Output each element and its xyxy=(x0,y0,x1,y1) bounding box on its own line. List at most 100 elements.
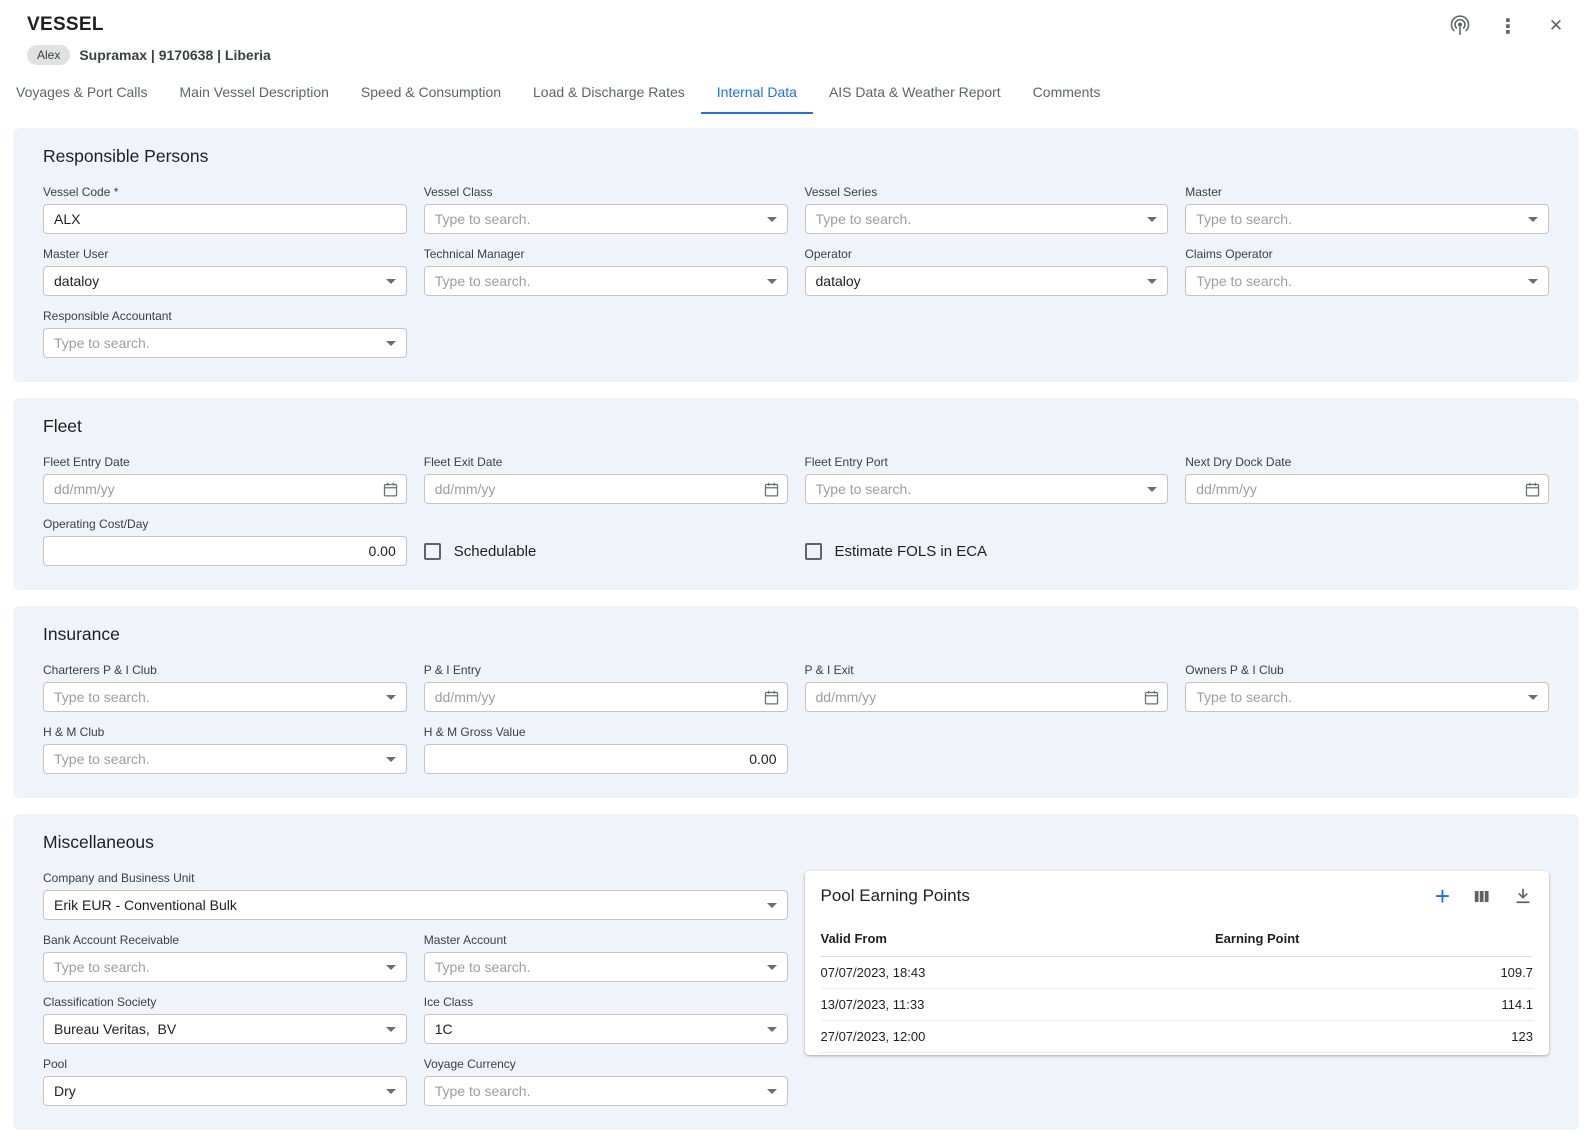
chevron-down-icon[interactable] xyxy=(767,217,777,222)
fleet-entry-date-input[interactable] xyxy=(44,475,406,503)
window-header: VESSEL Alex Supramax | 9170638 | Liberia… xyxy=(0,0,1592,65)
chevron-down-icon[interactable] xyxy=(767,279,777,284)
section-title: Miscellaneous xyxy=(43,832,1549,853)
chevron-down-icon[interactable] xyxy=(1528,217,1538,222)
section-responsible-persons: Responsible Persons Vessel Code * Vessel… xyxy=(13,128,1579,382)
vessel-code-input[interactable] xyxy=(44,205,406,233)
add-icon[interactable]: + xyxy=(1435,886,1450,906)
company-business-unit-input[interactable] xyxy=(44,891,787,919)
chevron-down-icon[interactable] xyxy=(1528,279,1538,284)
bank-account-receivable-input[interactable] xyxy=(44,953,406,981)
vessel-series-label: Vessel Series xyxy=(805,185,1169,199)
field-operator: Operator xyxy=(805,247,1169,296)
master-user-input[interactable] xyxy=(44,267,406,295)
calendar-icon[interactable] xyxy=(382,481,399,498)
pool-earning-points-table: Valid From Earning Point 07/07/2023, 18:… xyxy=(821,922,1534,1053)
column-header-earning-point[interactable]: Earning Point xyxy=(1215,922,1533,957)
section-title: Fleet xyxy=(43,416,1549,437)
column-header-valid-from[interactable]: Valid From xyxy=(821,922,1216,957)
estimate-fols-checkbox[interactable] xyxy=(805,543,822,560)
earning-point-cell: 123 xyxy=(1215,1021,1533,1053)
fleet-exit-date-input[interactable] xyxy=(425,475,787,503)
voyage-currency-input[interactable] xyxy=(425,1077,787,1105)
responsible-accountant-label: Responsible Accountant xyxy=(43,309,407,323)
charterers-pi-club-input[interactable] xyxy=(44,683,406,711)
next-dry-dock-date-input[interactable] xyxy=(1186,475,1548,503)
table-row[interactable]: 07/07/2023, 18:43 109.7 xyxy=(821,957,1534,989)
pi-exit-input[interactable] xyxy=(806,683,1168,711)
fleet-entry-port-input[interactable] xyxy=(806,475,1168,503)
columns-icon[interactable] xyxy=(1472,887,1491,906)
chevron-down-icon[interactable] xyxy=(767,1027,777,1032)
tab-voyages-port-calls[interactable]: Voyages & Port Calls xyxy=(0,71,164,114)
master-input[interactable] xyxy=(1186,205,1548,233)
estimate-fols-checkbox-row[interactable]: Estimate FOLS in ECA xyxy=(805,536,1169,566)
tab-speed-consumption[interactable]: Speed & Consumption xyxy=(345,71,517,114)
calendar-icon[interactable] xyxy=(1524,481,1541,498)
pool-earning-points-card: Pool Earning Points + Valid From Earning… xyxy=(805,871,1550,1055)
vessel-code-label: Vessel Code * xyxy=(43,185,407,199)
download-icon[interactable] xyxy=(1513,886,1533,906)
responsible-accountant-input[interactable] xyxy=(44,329,406,357)
field-claims-operator: Claims Operator xyxy=(1185,247,1549,296)
chevron-down-icon[interactable] xyxy=(386,965,396,970)
schedulable-checkbox[interactable] xyxy=(424,543,441,560)
tab-ais-data-weather-report[interactable]: AIS Data & Weather Report xyxy=(813,71,1017,114)
calendar-icon[interactable] xyxy=(763,689,780,706)
earning-point-cell: 114.1 xyxy=(1215,989,1533,1021)
chevron-down-icon[interactable] xyxy=(767,965,777,970)
broadcast-icon[interactable] xyxy=(1448,14,1472,38)
calendar-icon[interactable] xyxy=(1143,689,1160,706)
claims-operator-input[interactable] xyxy=(1186,267,1548,295)
table-row[interactable]: 13/07/2023, 11:33 114.1 xyxy=(821,989,1534,1021)
claims-operator-label: Claims Operator xyxy=(1185,247,1549,261)
chevron-down-icon[interactable] xyxy=(386,1027,396,1032)
classification-society-input[interactable] xyxy=(44,1015,406,1043)
chevron-down-icon[interactable] xyxy=(1147,217,1157,222)
chevron-down-icon[interactable] xyxy=(767,1089,777,1094)
ice-class-input[interactable] xyxy=(425,1015,787,1043)
chevron-down-icon[interactable] xyxy=(1528,695,1538,700)
chevron-down-icon[interactable] xyxy=(386,757,396,762)
hm-gross-value-input[interactable] xyxy=(425,745,787,773)
chevron-down-icon[interactable] xyxy=(1147,487,1157,492)
operator-input[interactable] xyxy=(806,267,1168,295)
master-user-label: Master User xyxy=(43,247,407,261)
vessel-series-input[interactable] xyxy=(806,205,1168,233)
close-icon[interactable]: ✕ xyxy=(1544,14,1568,38)
hm-club-input[interactable] xyxy=(44,745,406,773)
operating-cost-day-input[interactable] xyxy=(44,537,406,565)
field-hm-club: H & M Club xyxy=(43,725,407,774)
pi-entry-input[interactable] xyxy=(425,683,787,711)
table-row[interactable]: 27/07/2023, 12:00 123 xyxy=(821,1021,1534,1053)
kebab-menu-icon[interactable]: ⋮ xyxy=(1496,14,1520,38)
calendar-icon[interactable] xyxy=(763,481,780,498)
field-master: Master xyxy=(1185,185,1549,234)
chevron-down-icon[interactable] xyxy=(767,903,777,908)
technical-manager-input[interactable] xyxy=(425,267,787,295)
tab-bar: Voyages & Port Calls Main Vessel Descrip… xyxy=(0,71,1592,114)
section-insurance: Insurance Charterers P & I Club P & I En… xyxy=(13,606,1579,798)
field-schedulable: Schedulable xyxy=(424,517,788,566)
vessel-class-input[interactable] xyxy=(425,205,787,233)
tab-internal-data[interactable]: Internal Data xyxy=(701,71,813,114)
valid-from-cell: 13/07/2023, 11:33 xyxy=(821,989,1216,1021)
chevron-down-icon[interactable] xyxy=(1147,279,1157,284)
pi-exit-label: P & I Exit xyxy=(805,663,1169,677)
tab-comments[interactable]: Comments xyxy=(1017,71,1117,114)
field-vessel-code: Vessel Code * xyxy=(43,185,407,234)
tab-load-discharge-rates[interactable]: Load & Discharge Rates xyxy=(517,71,701,114)
chevron-down-icon[interactable] xyxy=(386,1089,396,1094)
pool-input[interactable] xyxy=(44,1077,406,1105)
chevron-down-icon[interactable] xyxy=(386,279,396,284)
hm-club-label: H & M Club xyxy=(43,725,407,739)
owners-pi-club-input[interactable] xyxy=(1186,683,1548,711)
tab-main-vessel-description[interactable]: Main Vessel Description xyxy=(164,71,345,114)
schedulable-checkbox-row[interactable]: Schedulable xyxy=(424,536,788,566)
field-vessel-series: Vessel Series xyxy=(805,185,1169,234)
chevron-down-icon[interactable] xyxy=(386,695,396,700)
master-account-input[interactable] xyxy=(425,953,787,981)
operating-cost-day-label: Operating Cost/Day xyxy=(43,517,407,531)
operator-label: Operator xyxy=(805,247,1169,261)
chevron-down-icon[interactable] xyxy=(386,341,396,346)
